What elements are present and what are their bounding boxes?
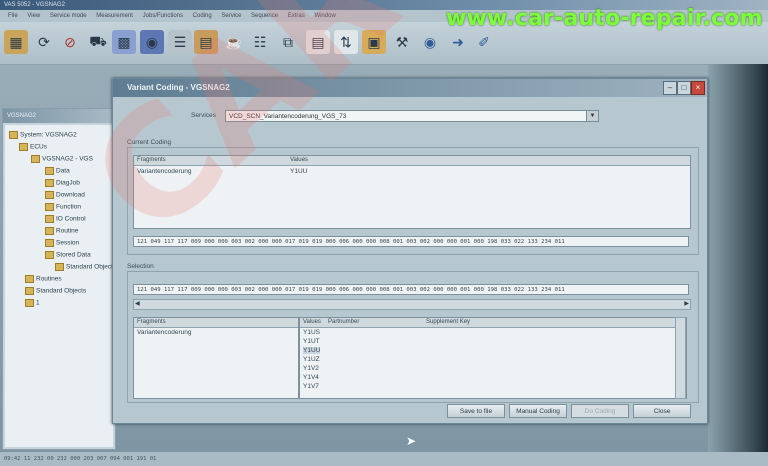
ecu-icon xyxy=(31,155,40,163)
tree-node-extra[interactable]: 1 xyxy=(25,299,40,307)
value-item[interactable]: Y1UZ xyxy=(303,356,320,363)
pen-icon[interactable]: ✐ xyxy=(472,30,496,54)
folder-icon xyxy=(45,239,54,247)
tree-node-stored-data[interactable]: Stored Data xyxy=(45,251,91,259)
folder-icon xyxy=(45,251,54,259)
car-icon[interactable]: ⛟ xyxy=(86,30,110,54)
folder-icon xyxy=(55,263,64,271)
tree-node-routine[interactable]: Routine xyxy=(45,227,78,235)
tree-node-diagjob[interactable]: DiagJob xyxy=(45,179,80,187)
scroll-right-icon[interactable]: ▶ xyxy=(684,300,689,307)
fragments-header: Fragments xyxy=(134,318,298,328)
refresh-icon[interactable]: ⟳ xyxy=(32,30,56,54)
values-header: Values Partnumber Supplement Key xyxy=(300,318,686,328)
value-item[interactable]: Y1V2 xyxy=(303,365,319,372)
menu-view[interactable]: View xyxy=(27,13,40,19)
value-item[interactable]: Y1V7 xyxy=(303,383,319,390)
maximize-icon[interactable]: □ xyxy=(677,81,691,95)
value-item[interactable]: Y1V4 xyxy=(303,374,319,381)
header-fragments: Fragments xyxy=(137,319,166,325)
chevron-down-icon[interactable]: ▼ xyxy=(586,111,598,121)
tree-node-session[interactable]: Session xyxy=(45,239,79,247)
status-bar: 09:42 11 232 00 232 000 203 007 094 001 … xyxy=(0,452,768,466)
current-value[interactable]: Y1UU xyxy=(290,168,307,175)
horizontal-scrollbar[interactable]: ◀ ▶ xyxy=(133,299,691,310)
tree-node-standard-objects[interactable]: Standard Objects xyxy=(25,287,86,295)
selection-label: Selection xyxy=(127,263,154,270)
folder-icon xyxy=(9,131,18,139)
menu-jobs[interactable]: Jobs/Functions xyxy=(143,13,183,19)
folder-icon xyxy=(45,203,54,211)
value-item[interactable]: Y1UT xyxy=(303,338,320,345)
tree-node-ecus[interactable]: ECUs xyxy=(19,143,47,151)
header-values: Values xyxy=(303,319,321,325)
value-item[interactable]: Y1US xyxy=(303,329,320,336)
folder-icon xyxy=(19,143,28,151)
selection-hex: 121 049 117 117 009 000 000 003 002 000 … xyxy=(133,284,689,295)
menu-service-mode[interactable]: Service mode xyxy=(50,13,87,19)
value-item-selected[interactable]: Y1UU xyxy=(303,347,321,354)
values-grid: Values Partnumber Supplement Key Y1US Y1… xyxy=(299,317,687,399)
tree-node-routines[interactable]: Routines xyxy=(25,275,62,283)
vertical-scrollbar[interactable] xyxy=(675,317,686,399)
minimize-icon[interactable]: – xyxy=(663,81,677,95)
scroll-left-icon[interactable]: ◀ xyxy=(135,300,140,307)
pin-icon xyxy=(25,299,34,307)
close-icon[interactable]: × xyxy=(691,81,705,95)
tree-node-standard-object[interactable]: Standard Object xyxy=(55,263,113,271)
close-button[interactable]: Close xyxy=(633,404,691,418)
tree-node-download[interactable]: Download xyxy=(45,191,85,199)
tree-node-data[interactable]: Data xyxy=(45,167,70,175)
folder-icon xyxy=(25,275,34,283)
tree-node-io-control[interactable]: IO Control xyxy=(45,215,86,223)
watermark-url: www.car-auto-repair.com xyxy=(446,6,763,31)
folder-icon xyxy=(45,167,54,175)
folder-icon xyxy=(45,227,54,235)
arrow-icon[interactable]: ➜ xyxy=(446,30,470,54)
fragment-item[interactable]: Variantencoderung xyxy=(137,329,191,336)
mouse-cursor-icon: ➤ xyxy=(406,434,417,448)
fragments-grid: Fragments Variantencoderung xyxy=(133,317,299,399)
folder-icon xyxy=(45,191,54,199)
save-to-file-button[interactable]: Save to file xyxy=(447,404,505,418)
folder-icon xyxy=(45,215,54,223)
tree-node-function[interactable]: Function xyxy=(45,203,81,211)
do-coding-button[interactable]: Do Coding xyxy=(571,404,629,418)
current-coding-hex: 121 049 117 117 009 000 000 003 002 000 … xyxy=(133,236,689,247)
folder-icon xyxy=(45,179,54,187)
desktop: VAS 5052 - VGSNAG2 File View Service mod… xyxy=(0,0,768,466)
menu-file[interactable]: File xyxy=(8,13,18,19)
stop-icon[interactable]: ⊘ xyxy=(58,30,82,54)
folder-icon xyxy=(25,287,34,295)
screen-edge xyxy=(708,64,768,452)
menu-measurement[interactable]: Measurement xyxy=(96,13,133,19)
manual-coding-button[interactable]: Manual Coding xyxy=(509,404,567,418)
header-partnumber: Partnumber xyxy=(328,319,360,325)
header-supplement-key: Supplement Key xyxy=(426,319,471,325)
open-icon[interactable]: ▦ xyxy=(4,30,28,54)
ecu-icon[interactable]: ▩ xyxy=(112,30,136,54)
